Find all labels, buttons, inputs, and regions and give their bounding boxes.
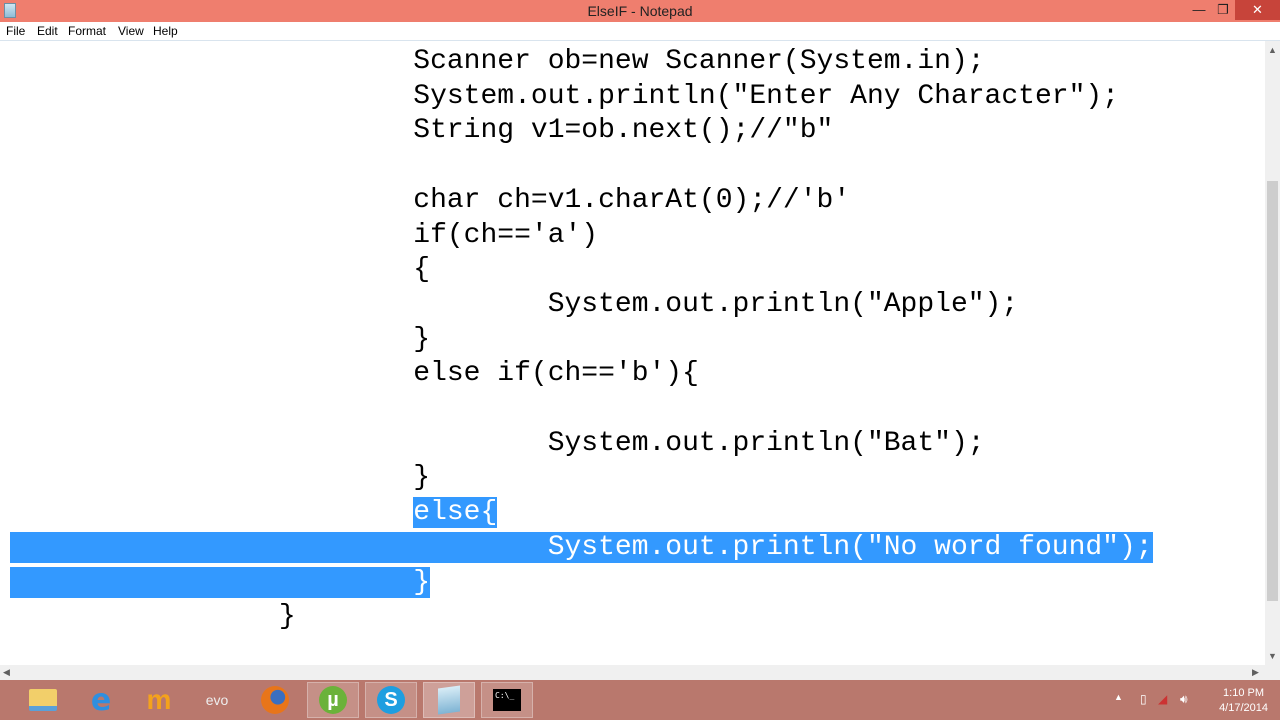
vertical-scrollbar[interactable]: ▲ ▼ [1265, 41, 1280, 665]
code-line[interactable]: } [10, 460, 430, 495]
notepad-button[interactable] [423, 682, 475, 718]
code-text: String v1=ob.next();//"b" [10, 115, 834, 147]
code-line[interactable]: Scanner ob=new Scanner(System.in); [10, 44, 985, 79]
maximize-button[interactable]: ❐ [1212, 0, 1234, 20]
command-prompt-button[interactable]: C:\_ [481, 682, 533, 718]
skype-icon: S [377, 686, 405, 714]
clock[interactable]: 1:10 PM 4/17/2014 [1219, 686, 1268, 716]
code-line[interactable]: System.out.println("Bat"); [10, 426, 985, 461]
code-text: if(ch=='a') [10, 219, 599, 251]
scroll-right-icon[interactable]: ▶ [1252, 667, 1259, 678]
code-line[interactable]: else if(ch=='b'){ [10, 356, 699, 391]
file-explorer-button[interactable] [17, 682, 69, 718]
battery-icon[interactable]: ▯ [1140, 692, 1147, 706]
horizontal-scrollbar[interactable]: ◀ ▶ [0, 665, 1280, 680]
menu-file[interactable]: File [6, 24, 25, 38]
utorrent-button[interactable]: µ [307, 682, 359, 718]
menu-view[interactable]: View [118, 24, 144, 38]
notepad-icon [438, 685, 460, 715]
m-logo-icon: m [146, 684, 172, 715]
firefox-button[interactable] [249, 682, 301, 718]
code-line[interactable]: System.out.println("Enter Any Character"… [10, 79, 1119, 114]
menu-help[interactable]: Help [153, 24, 178, 38]
command-prompt-icon: C:\_ [493, 689, 521, 711]
scroll-up-icon[interactable]: ▲ [1268, 45, 1277, 55]
menu-edit[interactable]: Edit [37, 24, 58, 38]
code-line[interactable]: { [10, 252, 430, 287]
code-line[interactable]: } [10, 565, 431, 600]
menu-bar: File Edit Format View Help [0, 22, 1280, 41]
code-line[interactable]: } [10, 322, 430, 357]
taskbar: e m evo µ S C:\_ ▲ ▯ ◢ 🔊︎ 1:10 PM 4/17/2… [0, 680, 1280, 720]
internet-explorer-button[interactable]: e [75, 682, 127, 718]
code-text: Scanner ob=new Scanner(System.in); [10, 46, 985, 77]
code-line[interactable]: char ch=v1.charAt(0);//'b' [10, 183, 850, 218]
app-m-button[interactable]: m [133, 682, 185, 718]
code-line[interactable]: else{ [10, 495, 498, 530]
title-bar: ElseIF - Notepad — ❐ ✕ [0, 0, 1280, 22]
skype-button[interactable]: S [365, 682, 417, 718]
code-line[interactable]: System.out.println("No word found"); [10, 530, 1153, 565]
code-text: } [10, 462, 431, 494]
code-text: { [10, 254, 431, 286]
scroll-down-icon[interactable]: ▼ [1268, 651, 1277, 661]
selected-text: } [10, 566, 431, 598]
code-line[interactable]: } [10, 599, 296, 634]
network-icon[interactable]: ◢ [1158, 692, 1167, 706]
code-line[interactable]: if(ch=='a') [10, 218, 598, 253]
code-text: System.out.println("Bat"); [10, 427, 985, 459]
firefox-icon [261, 686, 289, 714]
minimize-button[interactable]: — [1188, 0, 1210, 20]
clock-date: 4/17/2014 [1219, 702, 1268, 714]
selected-text: System.out.println("No word found"); [10, 531, 1153, 563]
volume-icon[interactable]: 🔊︎ [1180, 692, 1188, 707]
window-title: ElseIF - Notepad [587, 3, 693, 19]
internet-explorer-icon: e [90, 682, 112, 718]
code-text: System.out.println("Apple"); [10, 288, 1019, 320]
code-text: System.out.println("Enter Any Character"… [10, 80, 1119, 112]
code-text: else if(ch=='b'){ [10, 358, 699, 390]
utorrent-icon: µ [319, 686, 347, 714]
scroll-left-icon[interactable]: ◀ [3, 667, 10, 678]
evo-button[interactable]: evo [191, 682, 243, 718]
code-text: } [10, 323, 431, 355]
code-line[interactable]: String v1=ob.next();//"b" [10, 113, 833, 148]
evo-icon: evo [205, 692, 229, 708]
vertical-scroll-thumb[interactable] [1267, 181, 1278, 601]
code-text: char ch=v1.charAt(0);//'b' [10, 184, 851, 216]
clock-time: 1:10 PM [1223, 687, 1265, 699]
folder-icon [29, 689, 57, 711]
menu-format[interactable]: Format [68, 24, 106, 38]
text-editor[interactable]: Scanner ob=new Scanner(System.in); Syste… [0, 41, 1265, 665]
code-text: } [10, 601, 296, 633]
close-button[interactable]: ✕ [1235, 0, 1280, 20]
selected-text: else{ [413, 497, 498, 529]
show-hidden-icons[interactable]: ▲ [1114, 692, 1123, 702]
code-line[interactable]: System.out.println("Apple"); [10, 287, 1018, 322]
